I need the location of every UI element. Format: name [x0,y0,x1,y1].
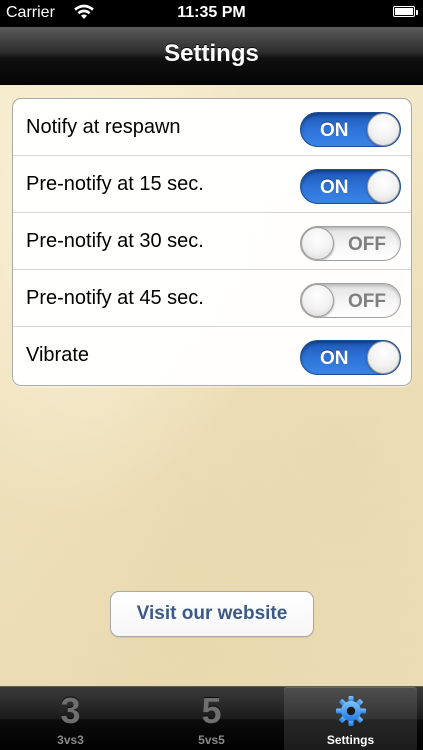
settings-list: Notify at respawn ON Pre-notify at 15 se… [12,98,412,386]
nav-bar: Settings [0,27,423,85]
setting-row-prenotify-30: Pre-notify at 30 sec. OFF [13,213,411,270]
gear-icon [335,696,366,726]
setting-row-prenotify-45: Pre-notify at 45 sec. OFF [13,270,411,327]
tab-5vs5[interactable]: 5 5vs5 [145,687,278,750]
setting-label: Vibrate [26,344,90,366]
toggle-state-text: ON [320,177,349,198]
toggle-prenotify-15[interactable]: ON [300,169,401,204]
tab-settings[interactable]: Settings [284,687,417,750]
toggle-notify-respawn[interactable]: ON [300,112,401,147]
toggle-vibrate[interactable]: ON [300,340,401,375]
setting-label: Pre-notify at 45 sec. [26,287,204,309]
toggle-knob [367,170,400,203]
setting-label: Pre-notify at 30 sec. [26,230,204,252]
toggle-state-text: OFF [348,234,386,255]
setting-row-vibrate: Vibrate ON [13,327,411,385]
toggle-prenotify-45[interactable]: OFF [300,283,401,318]
tab-bar: 3 3vs3 5 5vs5 Settings [0,686,423,750]
status-bar: Carrier 11:35 PM [0,0,423,27]
setting-row-prenotify-15: Pre-notify at 15 sec. ON [13,156,411,213]
battery-icon [393,6,418,17]
setting-label: Pre-notify at 15 sec. [26,173,204,195]
toggle-state-text: OFF [348,291,386,312]
visit-website-button[interactable]: Visit our website [110,591,314,637]
toggle-knob [301,284,334,317]
toggle-state-text: ON [320,348,349,369]
tab-glyph-5: 5 [201,690,222,731]
page-title: Settings [164,40,259,67]
tab-glyph-3: 3 [60,690,81,731]
toggle-state-text: ON [320,120,349,141]
tab-label: 3vs3 [57,733,84,747]
app-screen: Carrier 11:35 PM Settings Notify at resp… [0,0,423,750]
toggle-knob [301,227,334,260]
status-time: 11:35 PM [177,4,246,21]
tab-label: 5vs5 [198,733,225,747]
setting-row-notify-respawn: Notify at respawn ON [13,99,411,156]
setting-label: Notify at respawn [26,116,181,138]
toggle-prenotify-30[interactable]: OFF [300,226,401,261]
tab-label: Settings [326,733,375,747]
toggle-knob [367,341,400,374]
toggle-knob [367,113,400,146]
tab-3vs3[interactable]: 3 3vs3 [4,687,137,750]
